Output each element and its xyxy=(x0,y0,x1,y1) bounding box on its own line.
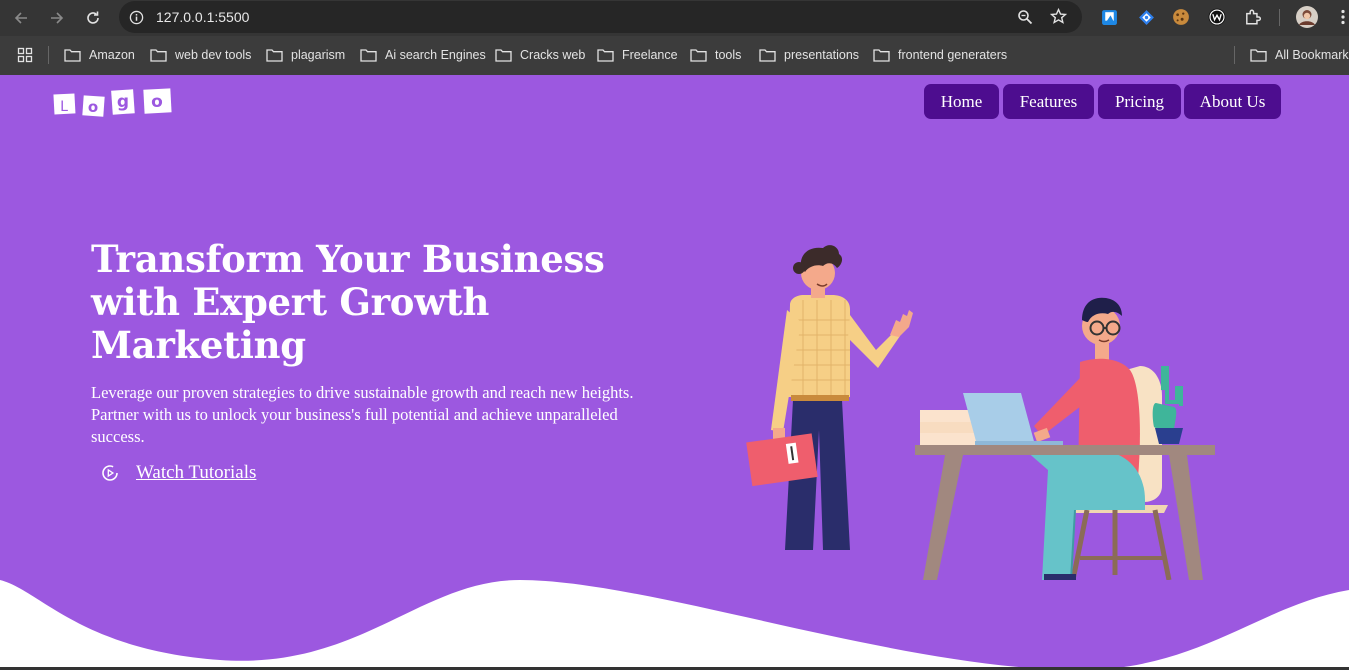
logo-letter-o2: o xyxy=(151,92,163,112)
hero-section: L o g o Home Features Pricing About Us T… xyxy=(0,75,1349,670)
bookmark-freelance[interactable]: Freelance xyxy=(597,46,678,64)
hero-illustration xyxy=(746,245,1215,580)
profile-avatar[interactable] xyxy=(1296,6,1318,28)
nav-about-us-button[interactable]: About Us xyxy=(1184,84,1281,119)
bottom-wave xyxy=(0,580,1349,670)
folder-icon xyxy=(690,49,707,62)
bookmark-label: Cracks web xyxy=(520,48,586,62)
bookmark-label: plagarism xyxy=(291,48,346,62)
bookmark-plagarism[interactable]: plagarism xyxy=(266,46,345,64)
logo-letter-l: L xyxy=(60,99,68,115)
nav-home-button[interactable]: Home xyxy=(924,84,999,119)
bookmarks-bar: Amazon web dev tools plagarism Ai search… xyxy=(0,36,1349,75)
logo-letter-g: g xyxy=(117,92,129,112)
extension-2-icon[interactable] xyxy=(1136,7,1156,27)
folder-icon xyxy=(150,49,167,62)
folder-icon xyxy=(759,49,776,62)
bookmark-label: frontend generaters xyxy=(898,48,1008,62)
bookmark-web-dev-tools[interactable]: web dev tools xyxy=(150,46,251,64)
hero-title: Transform Your Business with Expert Grow… xyxy=(91,237,605,367)
forward-button[interactable] xyxy=(46,7,68,29)
browser-chrome: 127.0.0.1:5500 Amazon web dev tools plag… xyxy=(0,0,1349,75)
url-text[interactable]: 127.0.0.1:5500 xyxy=(156,9,249,25)
bookmark-label: Ai search Engines xyxy=(385,48,486,62)
sitting-man-illustration xyxy=(1025,297,1145,580)
logo-letter-o: o xyxy=(88,98,98,116)
all-bookmarks[interactable]: All Bookmarks xyxy=(1250,46,1349,64)
address-bar[interactable]: 127.0.0.1:5500 xyxy=(119,1,1082,33)
folder-icon xyxy=(597,49,614,62)
browser-toolbar: 127.0.0.1:5500 xyxy=(0,0,1349,36)
reload-button[interactable] xyxy=(82,7,104,29)
bookmark-amazon[interactable]: Amazon xyxy=(64,46,135,64)
site-logo[interactable]: L o g o xyxy=(53,88,175,118)
apps-icon[interactable] xyxy=(17,46,33,64)
folder-icon xyxy=(64,49,81,62)
watch-tutorials-label: Watch Tutorials xyxy=(136,462,257,483)
arrow-left-icon xyxy=(14,12,27,24)
info-icon[interactable] xyxy=(129,10,144,25)
bookmark-frontend-generaters[interactable]: frontend generaters xyxy=(873,46,1007,64)
bookmark-tools[interactable]: tools xyxy=(690,46,741,64)
play-circle-icon xyxy=(102,465,118,481)
bookmark-label: web dev tools xyxy=(175,48,252,62)
folder-icon xyxy=(495,49,512,62)
reload-icon xyxy=(87,11,99,24)
all-bookmarks-label: All Bookmarks xyxy=(1275,48,1349,62)
star-icon[interactable] xyxy=(1050,8,1067,25)
zoom-icon[interactable] xyxy=(1017,9,1033,25)
folder-icon xyxy=(1250,49,1267,62)
hero-description: Leverage our proven strategies to drive … xyxy=(91,383,634,446)
extension-w-icon[interactable] xyxy=(1207,7,1227,27)
bookmark-presentations[interactable]: presentations xyxy=(759,46,859,64)
bookmark-label: presentations xyxy=(784,48,860,62)
puzzle-icon[interactable] xyxy=(1243,7,1263,27)
bookmark-label: Amazon xyxy=(89,48,135,62)
folder-icon xyxy=(360,49,377,62)
folder-icon xyxy=(266,49,283,62)
bookmark-cracks-web[interactable]: Cracks web xyxy=(495,46,585,64)
folder-icon xyxy=(873,49,890,62)
cookie-icon[interactable] xyxy=(1171,7,1191,27)
nav-features-button[interactable]: Features xyxy=(1003,84,1094,119)
watch-tutorials-link[interactable]: Watch Tutorials xyxy=(101,462,256,484)
bookmark-label: Freelance xyxy=(622,48,678,62)
nav-pricing-button[interactable]: Pricing xyxy=(1098,84,1181,119)
bookmark-label: tools xyxy=(715,48,742,62)
bookmark-ai-search-engines[interactable]: Ai search Engines xyxy=(360,46,486,64)
standing-man-illustration xyxy=(746,245,913,550)
extension-1-icon[interactable] xyxy=(1099,7,1119,27)
back-button[interactable] xyxy=(10,7,32,29)
kebab-menu-icon[interactable] xyxy=(1333,7,1349,27)
arrow-right-icon xyxy=(51,12,64,24)
